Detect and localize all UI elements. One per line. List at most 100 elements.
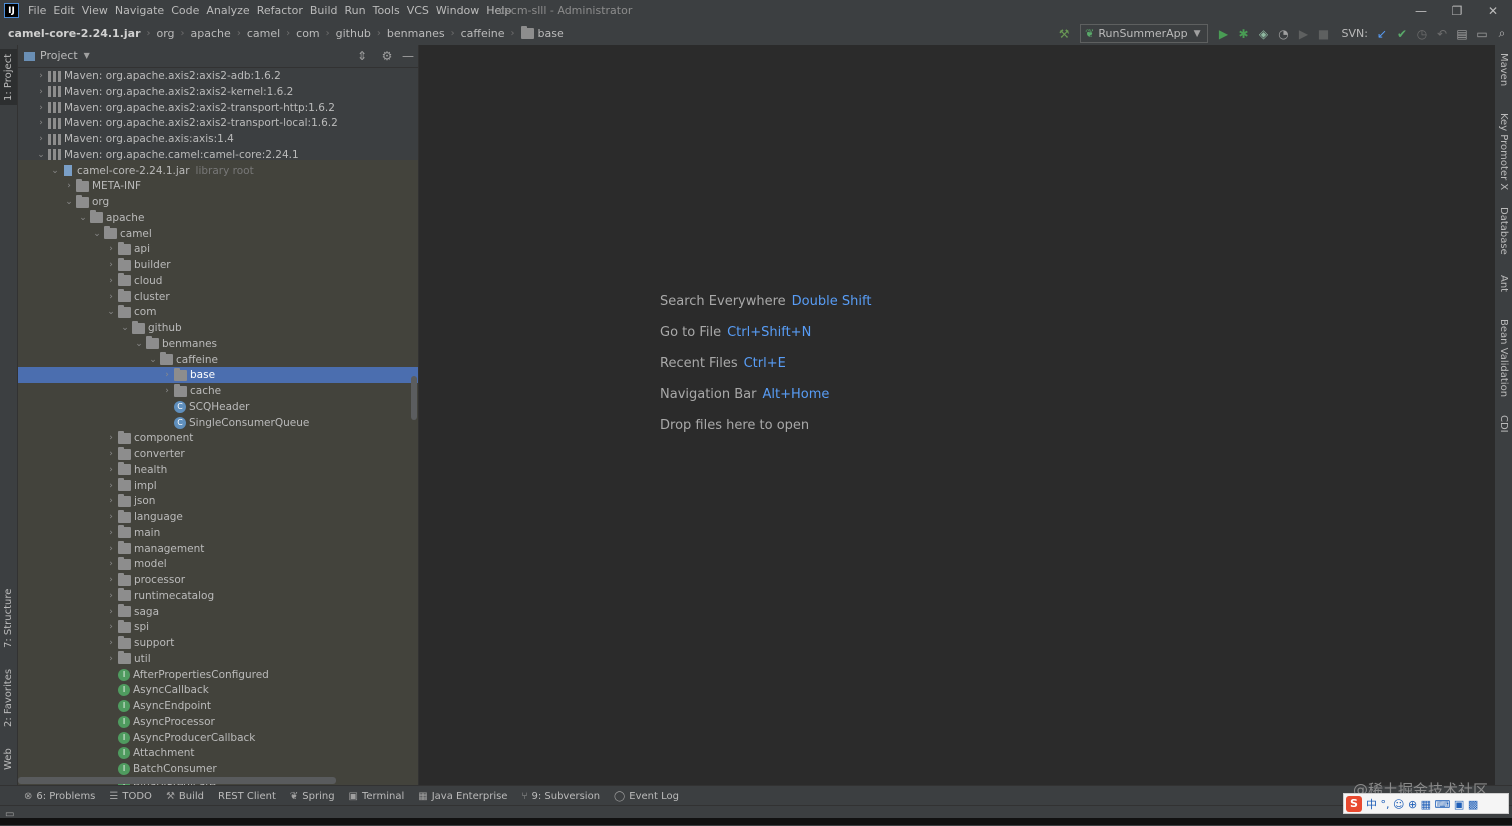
chevron-down-icon[interactable]: ⌄ — [76, 213, 90, 223]
tree-node[interactable]: › cloud — [18, 273, 418, 289]
tree-node[interactable]: ⌄ com — [18, 304, 418, 320]
tool-tab-9-subversion[interactable]: ⑂ 9: Subversion — [521, 791, 600, 802]
menu-analyze[interactable]: Analyze — [204, 0, 254, 22]
stop-icon[interactable]: ■ — [1314, 22, 1334, 45]
tree-node[interactable]: C SingleConsumerQueue — [18, 415, 418, 431]
menu-view[interactable]: View — [80, 0, 113, 22]
tree-node[interactable]: › runtimecatalog — [18, 588, 418, 604]
minimize-button[interactable]: — — [1403, 0, 1439, 22]
tab-favorites[interactable]: 2: Favorites — [0, 665, 17, 731]
tool-tab-java-enterprise[interactable]: ▦ Java Enterprise — [418, 791, 507, 802]
tree-node[interactable]: › management — [18, 541, 418, 557]
chevron-down-icon[interactable]: ⌄ — [34, 150, 48, 160]
gear-icon[interactable]: ⚙ — [377, 45, 397, 67]
tab-database[interactable]: Database — [1495, 207, 1512, 263]
debug-icon[interactable]: ✱ — [1234, 22, 1254, 45]
breadcrumb-item[interactable]: benmanes — [387, 27, 445, 40]
menu-edit[interactable]: Edit — [51, 0, 79, 22]
tab-bean-validation[interactable]: Bean Validation — [1495, 319, 1512, 403]
tree-node[interactable]: ⌄ caffeine — [18, 352, 418, 368]
tool-tab-6-problems[interactable]: ⊗ 6: Problems — [24, 791, 95, 802]
menu-window[interactable]: Window — [434, 0, 484, 22]
tree-node[interactable]: ⌄ Maven: org.apache.camel:camel-core:2.24… — [18, 147, 418, 163]
chevron-down-icon[interactable]: ⌄ — [48, 166, 62, 176]
tab-key-promoter[interactable]: Key Promoter X — [1495, 113, 1512, 193]
tab-project[interactable]: 1: Project — [0, 49, 17, 105]
tree-node[interactable]: › model — [18, 556, 418, 572]
tree-node[interactable]: › main — [18, 525, 418, 541]
breadcrumb-item[interactable]: apache — [191, 27, 231, 40]
breadcrumb-item[interactable]: base — [538, 27, 564, 40]
menu-navigate[interactable]: Navigate — [113, 0, 169, 22]
breadcrumb-item[interactable]: github — [336, 27, 371, 40]
chevron-right-icon[interactable]: › — [62, 181, 76, 191]
tool-tab-terminal[interactable]: ▣ Terminal — [349, 791, 405, 802]
chevron-right-icon[interactable]: › — [104, 575, 118, 585]
chevron-right-icon[interactable]: › — [160, 386, 174, 396]
tree-node[interactable]: I BatchConsumer — [18, 761, 418, 777]
chevron-right-icon[interactable]: › — [104, 544, 118, 554]
tab-web[interactable]: Web — [0, 741, 17, 777]
chevron-down-icon[interactable]: ⌄ — [90, 229, 104, 239]
chevron-down-icon[interactable]: ⌄ — [118, 323, 132, 333]
chevron-right-icon[interactable]: › — [104, 276, 118, 286]
chevron-right-icon[interactable]: › — [104, 591, 118, 601]
chevron-right-icon[interactable]: › — [104, 260, 118, 270]
run-icon[interactable]: ▶ — [1214, 22, 1234, 45]
tab-ant[interactable]: Ant — [1495, 275, 1512, 305]
tree-node[interactable]: › util — [18, 651, 418, 667]
tree-node[interactable]: › support — [18, 635, 418, 651]
tree-node[interactable]: ⌄ benmanes — [18, 336, 418, 352]
chevron-right-icon[interactable]: › — [34, 103, 48, 113]
rerun-icon[interactable]: ▶ — [1294, 22, 1314, 45]
chevron-right-icon[interactable]: › — [160, 370, 174, 380]
tree-horizontal-scrollbar[interactable] — [18, 777, 336, 784]
chevron-right-icon[interactable]: › — [104, 449, 118, 459]
chevron-right-icon[interactable]: › — [104, 528, 118, 538]
coverage-icon[interactable]: ◈ — [1254, 22, 1274, 45]
chevron-right-icon[interactable]: › — [34, 71, 48, 81]
chevron-right-icon[interactable]: › — [104, 607, 118, 617]
hide-panel-icon[interactable]: — — [398, 45, 418, 67]
chevron-right-icon[interactable]: › — [104, 559, 118, 569]
tool-tab-build[interactable]: ⚒ Build — [166, 791, 204, 802]
chevron-down-icon[interactable]: ⌄ — [146, 355, 160, 365]
chevron-right-icon[interactable]: › — [104, 244, 118, 254]
tree-node[interactable]: ⌄ github — [18, 320, 418, 336]
tree-node[interactable]: › converter — [18, 446, 418, 462]
chevron-right-icon[interactable]: › — [104, 292, 118, 302]
tree-vertical-scrollbar[interactable] — [411, 376, 417, 420]
tool-tab-spring[interactable]: ❦ Spring — [290, 791, 335, 802]
tree-node[interactable]: ⌄ org — [18, 194, 418, 210]
tool-tab-rest-client[interactable]: REST Client — [218, 791, 276, 802]
chevron-right-icon[interactable]: › — [104, 638, 118, 648]
menu-run[interactable]: Run — [343, 0, 371, 22]
tool-tab-todo[interactable]: ☰ TODO — [109, 791, 152, 802]
run-configuration-select[interactable]: ❦ RunSummerApp ▼ — [1080, 24, 1208, 43]
tree-node[interactable]: › saga — [18, 604, 418, 620]
chevron-right-icon[interactable]: › — [104, 481, 118, 491]
tool-tab-event-log[interactable]: ◯ Event Log — [614, 791, 679, 802]
tab-maven[interactable]: Maven — [1495, 53, 1512, 103]
svn-history-icon[interactable]: ◷ — [1412, 22, 1432, 45]
menu-code[interactable]: Code — [169, 0, 204, 22]
breadcrumb-item[interactable]: caffeine — [461, 27, 505, 40]
tab-structure[interactable]: 7: Structure — [0, 585, 17, 651]
svn-commit-icon[interactable]: ✔ — [1392, 22, 1412, 45]
project-view-selector[interactable]: Project ▼ — [24, 45, 90, 67]
close-window-button[interactable]: ✕ — [1475, 0, 1511, 22]
chevron-right-icon[interactable]: › — [104, 512, 118, 522]
tree-node[interactable]: › cache — [18, 383, 418, 399]
menu-tools[interactable]: Tools — [371, 0, 405, 22]
restore-button[interactable]: ❐ — [1439, 0, 1475, 22]
chevron-down-icon[interactable]: ⌄ — [104, 307, 118, 317]
project-structure-icon[interactable]: ▤ — [1452, 22, 1472, 45]
breadcrumb-item[interactable]: camel-core-2.24.1.jar — [8, 27, 141, 40]
tree-node[interactable]: › api — [18, 241, 418, 257]
chevron-right-icon[interactable]: › — [34, 118, 48, 128]
build-hammer-icon[interactable]: ⚒ — [1054, 22, 1074, 45]
tree-node[interactable]: ⌄ camel — [18, 226, 418, 242]
menu-file[interactable]: File — [26, 0, 51, 22]
svn-update-icon[interactable]: ↙ — [1372, 22, 1392, 45]
chevron-right-icon[interactable]: › — [104, 433, 118, 443]
